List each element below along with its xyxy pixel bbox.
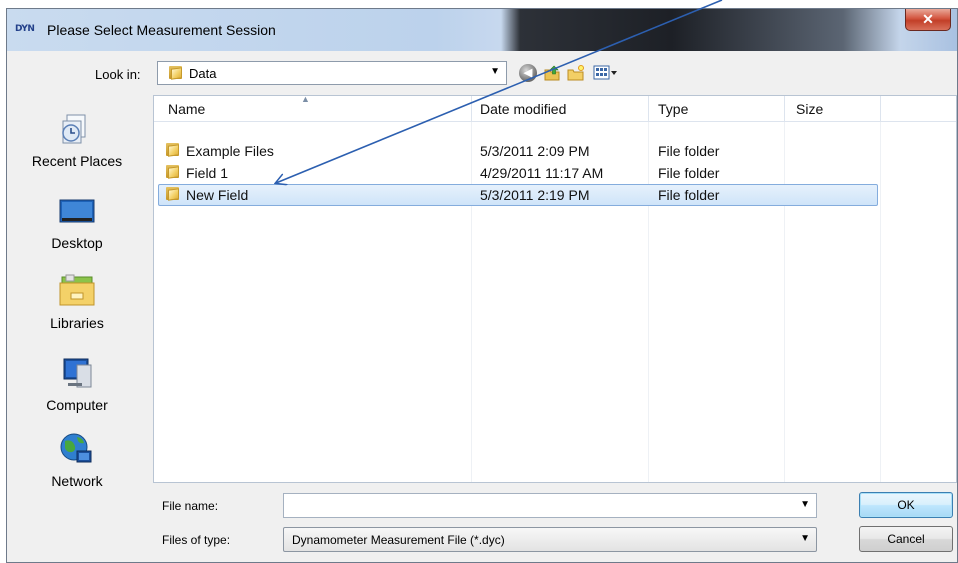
desktop-icon	[57, 191, 97, 231]
file-type: File folder	[658, 143, 720, 159]
file-row-selected[interactable]: New Field 5/3/2011 2:19 PM File folder	[158, 184, 878, 206]
folder-icon	[169, 66, 183, 80]
views-menu-icon[interactable]	[593, 64, 619, 82]
file-name: Example Files	[186, 143, 274, 159]
title-bar[interactable]: DYN Please Select Measurement Session ✕	[7, 9, 957, 51]
place-label: Computer	[46, 397, 108, 413]
file-date: 4/29/2011 11:17 AM	[480, 165, 604, 181]
file-date: 5/3/2011 2:19 PM	[480, 187, 590, 203]
column-header-type[interactable]: Type	[658, 101, 688, 117]
place-network[interactable]: Network	[7, 429, 147, 489]
file-name-label: File name:	[162, 499, 219, 513]
new-folder-icon[interactable]	[567, 64, 585, 82]
up-folder-icon[interactable]	[543, 64, 561, 82]
libraries-icon	[57, 271, 97, 311]
ok-button[interactable]: OK	[859, 492, 953, 518]
file-list[interactable]: Name ▲ Date modified Type Size Example F…	[153, 94, 957, 483]
place-label: Libraries	[50, 315, 104, 331]
column-header-size[interactable]: Size	[796, 101, 823, 117]
chevron-down-icon[interactable]: ▼	[490, 66, 500, 77]
close-button[interactable]: ✕	[905, 9, 951, 31]
column-header-date[interactable]: Date modified	[480, 101, 566, 117]
file-row[interactable]: Example Files 5/3/2011 2:09 PM File fold…	[158, 140, 878, 162]
look-in-value: Data	[189, 66, 217, 81]
chevron-down-icon[interactable]: ▼	[800, 499, 810, 510]
place-label: Recent Places	[31, 153, 123, 169]
cancel-button[interactable]: Cancel	[859, 526, 953, 552]
app-icon: DYN	[15, 24, 35, 34]
place-desktop[interactable]: Desktop	[7, 191, 147, 251]
network-icon	[57, 429, 97, 469]
column-header-name[interactable]: Name	[168, 101, 205, 117]
look-in-dropdown[interactable]: Data ▼	[157, 61, 507, 85]
close-icon: ✕	[922, 11, 934, 27]
files-of-type-select[interactable]: Dynamometer Measurement File (*.dyc) ▼	[283, 527, 817, 552]
chevron-down-icon[interactable]: ▼	[800, 533, 810, 544]
files-of-type-label: Files of type:	[162, 533, 231, 547]
folder-icon	[166, 143, 180, 157]
file-name-input[interactable]: ▼	[283, 493, 817, 518]
places-bar: Recent Places Desktop Libraries Computer…	[7, 95, 147, 489]
file-name: Field 1	[186, 165, 229, 181]
dialog-window: DYN Please Select Measurement Session ✕ …	[6, 8, 958, 563]
file-type: File folder	[658, 187, 720, 203]
file-name: New Field	[186, 187, 249, 203]
sort-ascending-icon: ▲	[301, 94, 310, 104]
file-date: 5/3/2011 2:09 PM	[480, 143, 590, 159]
file-row[interactable]: Field 1 4/29/2011 11:17 AM File folder	[158, 162, 878, 184]
recent-places-icon	[57, 109, 97, 149]
computer-icon	[57, 353, 97, 393]
place-computer[interactable]: Computer	[7, 353, 147, 413]
file-type: File folder	[658, 165, 720, 181]
column-header-row: Name ▲ Date modified Type Size	[154, 94, 956, 122]
look-in-label: Look in:	[95, 67, 141, 82]
folder-icon	[166, 165, 180, 179]
place-libraries[interactable]: Libraries	[7, 271, 147, 331]
place-label: Desktop	[51, 235, 103, 251]
place-recent-places[interactable]: Recent Places	[7, 109, 147, 169]
back-icon[interactable]: ◀	[519, 64, 537, 82]
folder-icon	[166, 187, 180, 201]
place-label: Network	[51, 473, 103, 489]
window-title: Please Select Measurement Session	[47, 22, 276, 38]
files-of-type-value: Dynamometer Measurement File (*.dyc)	[292, 533, 505, 547]
